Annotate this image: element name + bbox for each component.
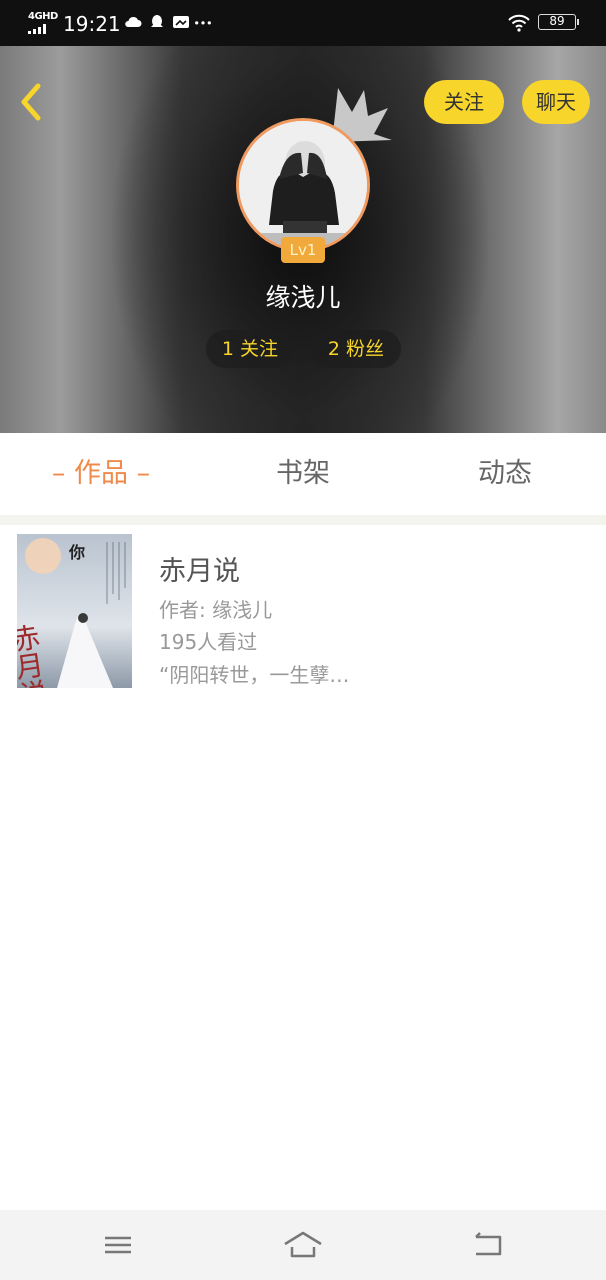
tab-bookshelf[interactable]: 书架	[202, 433, 404, 515]
back-icon[interactable]	[468, 1228, 508, 1262]
message-icon	[173, 16, 189, 28]
cover-small-text: 你	[68, 543, 85, 562]
followers-count[interactable]: 2 粉丝	[311, 330, 401, 368]
qq-icon	[151, 15, 163, 27]
chevron-left-icon[interactable]	[14, 80, 50, 124]
status-time: 19:21	[63, 12, 121, 36]
book-views: 195人看过	[159, 630, 258, 654]
section-divider	[0, 515, 606, 525]
chat-button[interactable]: 聊天	[522, 80, 590, 124]
book-description: “阴阳转世，一生孽…	[159, 663, 350, 687]
profile-tabs: – 作品 – 书架 动态	[0, 433, 606, 515]
weather-cloud-icon	[125, 16, 142, 27]
avatar-image	[239, 121, 367, 249]
battery-icon: 89	[538, 14, 579, 30]
home-icon[interactable]	[283, 1228, 323, 1262]
avatar[interactable]	[236, 118, 370, 252]
list-item[interactable]: 你 赤月说 赤月说 作者: 缘浅儿 195人看过 “阴阳转世，一生孽…	[9, 525, 597, 697]
follow-button[interactable]: 关注	[424, 80, 504, 124]
tab-activity[interactable]: 动态	[404, 433, 606, 515]
book-cover-image: 你 赤月说	[17, 534, 132, 688]
following-count[interactable]: 1 关注	[206, 330, 294, 368]
more-dots-icon	[195, 21, 211, 25]
network-type: 4GHD	[28, 11, 58, 22]
book-author: 作者: 缘浅儿	[159, 598, 273, 622]
wifi-icon	[508, 14, 530, 32]
book-cover[interactable]: 你 赤月说	[17, 534, 132, 688]
profile-header: 关注 聊天 Lv1 缘浅儿 1 关注 2 粉丝	[0, 46, 606, 433]
book-title[interactable]: 赤月说	[159, 549, 240, 588]
signal-icon	[28, 24, 52, 34]
tab-works[interactable]: – 作品 –	[0, 433, 202, 515]
level-badge: Lv1	[281, 237, 325, 263]
status-bar: 4GHD 19:21 89	[0, 0, 606, 46]
username: 缘浅儿	[265, 283, 341, 312]
menu-icon[interactable]	[98, 1228, 138, 1262]
battery-level: 89	[549, 14, 565, 28]
system-nav-bar	[0, 1210, 606, 1280]
